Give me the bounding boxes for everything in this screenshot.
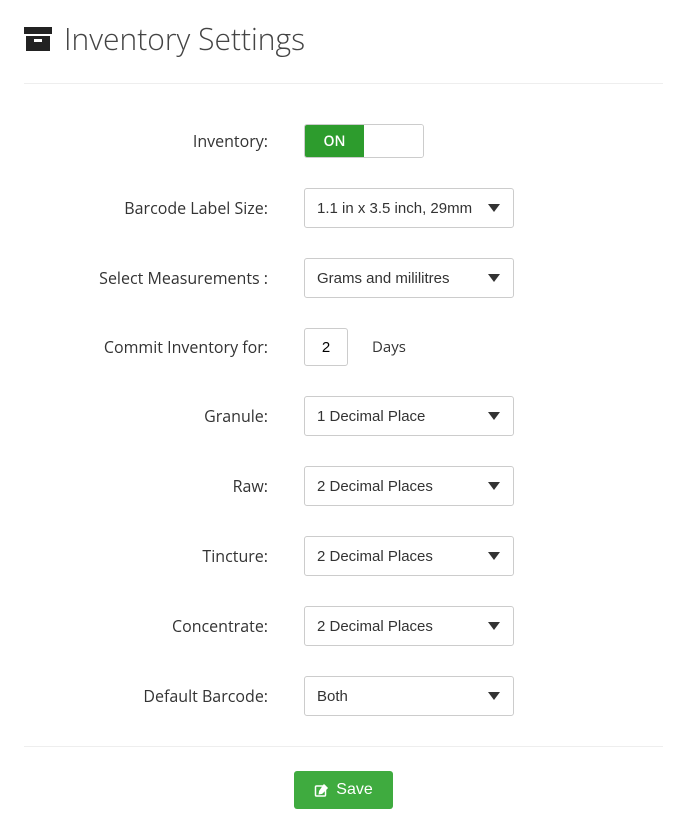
concentrate-select[interactable]: 2 Decimal Places <box>304 606 514 646</box>
tincture-label: Tincture: <box>24 545 304 567</box>
commit-inventory-label: Commit Inventory for: <box>24 336 304 358</box>
default-barcode-select-wrapper: Both <box>304 676 514 716</box>
default-barcode-row: Default Barcode: Both <box>24 676 663 716</box>
measurements-select-wrapper: Grams and mililitres <box>304 258 514 298</box>
tincture-select[interactable]: 2 Decimal Places <box>304 536 514 576</box>
commit-inventory-row: Commit Inventory for: Days <box>24 328 663 366</box>
raw-row: Raw: 2 Decimal Places <box>24 466 663 506</box>
granule-label: Granule: <box>24 405 304 427</box>
save-button-label: Save <box>336 781 372 799</box>
raw-select-wrapper: 2 Decimal Places <box>304 466 514 506</box>
inventory-row: Inventory: ON <box>24 124 663 158</box>
commit-inventory-input[interactable] <box>304 328 348 366</box>
page-title: Inventory Settings <box>64 18 305 59</box>
concentrate-label: Concentrate: <box>24 615 304 637</box>
save-button[interactable]: Save <box>294 771 392 809</box>
toggle-off <box>364 125 423 157</box>
settings-form: Inventory: ON Barcode Label Size: 1.1 in… <box>24 124 663 716</box>
raw-select[interactable]: 2 Decimal Places <box>304 466 514 506</box>
commit-inventory-unit: Days <box>372 337 406 357</box>
page-footer: Save <box>24 746 663 809</box>
inventory-label: Inventory: <box>24 130 304 152</box>
page-header: Inventory Settings <box>24 18 663 84</box>
concentrate-select-wrapper: 2 Decimal Places <box>304 606 514 646</box>
measurements-row: Select Measurements : Grams and mililitr… <box>24 258 663 298</box>
inventory-toggle[interactable]: ON <box>304 124 424 158</box>
granule-row: Granule: 1 Decimal Place <box>24 396 663 436</box>
granule-select[interactable]: 1 Decimal Place <box>304 396 514 436</box>
barcode-label-size-label: Barcode Label Size: <box>24 197 304 219</box>
edit-icon <box>314 782 330 798</box>
toggle-on: ON <box>305 125 364 157</box>
barcode-label-size-select[interactable]: 1.1 in x 3.5 inch, 29mm <box>304 188 514 228</box>
barcode-label-size-row: Barcode Label Size: 1.1 in x 3.5 inch, 2… <box>24 188 663 228</box>
tincture-select-wrapper: 2 Decimal Places <box>304 536 514 576</box>
measurements-select[interactable]: Grams and mililitres <box>304 258 514 298</box>
concentrate-row: Concentrate: 2 Decimal Places <box>24 606 663 646</box>
archive-icon <box>24 27 52 51</box>
raw-label: Raw: <box>24 475 304 497</box>
default-barcode-label: Default Barcode: <box>24 685 304 707</box>
barcode-label-size-select-wrapper: 1.1 in x 3.5 inch, 29mm <box>304 188 514 228</box>
granule-select-wrapper: 1 Decimal Place <box>304 396 514 436</box>
default-barcode-select[interactable]: Both <box>304 676 514 716</box>
tincture-row: Tincture: 2 Decimal Places <box>24 536 663 576</box>
measurements-label: Select Measurements : <box>24 267 304 289</box>
